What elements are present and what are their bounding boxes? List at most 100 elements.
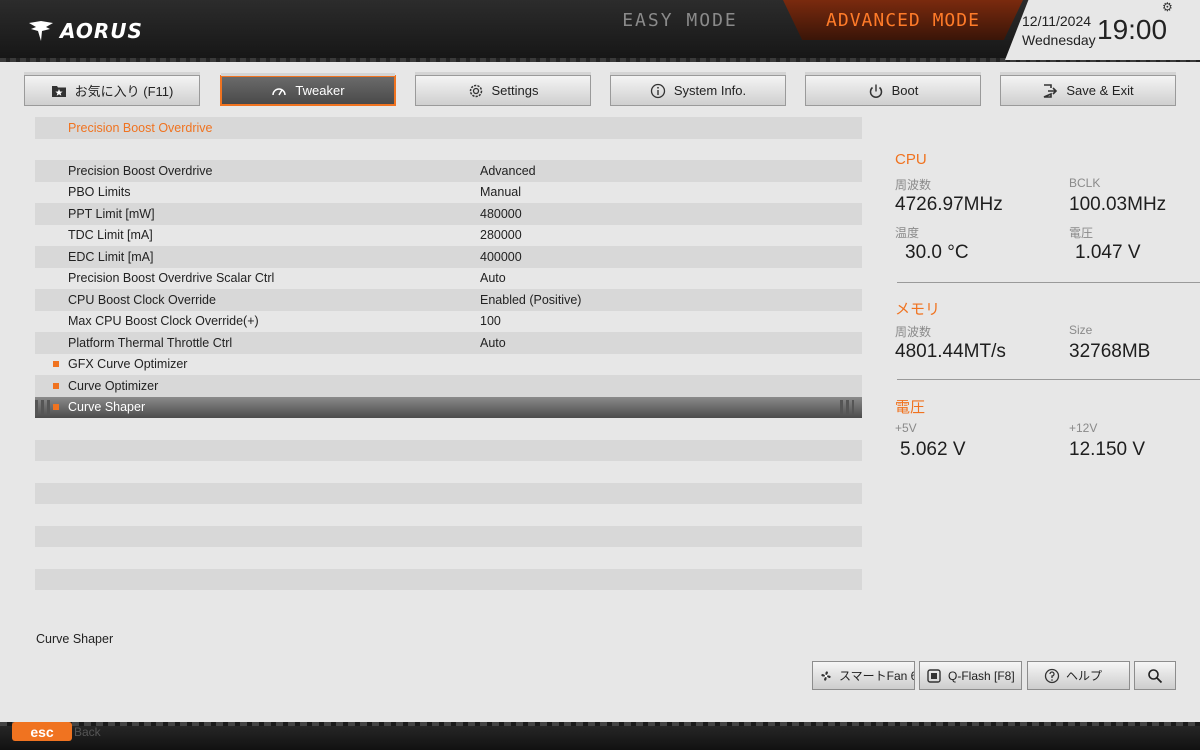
gear-icon[interactable]: ⚙ <box>1162 0 1173 14</box>
setting-value[interactable]: 100 <box>480 314 501 328</box>
qflash-button[interactable]: Q-Flash [F8] <box>919 661 1022 690</box>
mem-size-value: 32768MB <box>1069 341 1151 362</box>
empty-row <box>35 439 862 461</box>
submenu-label: Curve Shaper <box>68 400 146 415</box>
submenu-bullet-icon <box>53 382 59 389</box>
cpu-freq-label: 周波数 <box>895 178 932 192</box>
bclk-label: BCLK <box>1069 176 1101 190</box>
smart-fan-button[interactable]: スマートFan 6 [F <box>812 661 915 690</box>
cpu-freq-value: 4726.97MHz <box>895 194 1003 215</box>
voltage-section-title: 電圧 <box>895 399 926 416</box>
tab-label: System Info. <box>673 83 747 98</box>
date-display: 12/11/2024 <box>1022 13 1092 29</box>
empty-row <box>35 418 862 440</box>
cpu-section-title: CPU <box>895 151 927 168</box>
mem-size-label: Size <box>1069 323 1093 337</box>
setting-label: Precision Boost Overdrive <box>68 163 213 178</box>
speedometer-icon <box>271 83 287 99</box>
easy-mode-button[interactable]: EASY MODE <box>575 0 785 40</box>
help-button[interactable]: ヘルプ <box>1027 661 1130 690</box>
setting-row-boost-override[interactable]: CPU Boost Clock Override Enabled (Positi… <box>35 289 862 311</box>
setting-row-tdc-limit[interactable]: TDC Limit [mA] 280000 <box>35 224 862 246</box>
setting-label: TDC Limit [mA] <box>68 228 153 243</box>
setting-label: CPU Boost Clock Override <box>68 292 216 307</box>
tab-save-exit[interactable]: Save & Exit <box>1000 72 1176 106</box>
setting-row-pbo-limits[interactable]: PBO Limits Manual <box>35 181 862 203</box>
logo-text: AORUS <box>60 19 143 43</box>
setting-value[interactable]: 400000 <box>480 250 522 264</box>
cpu-volt-value: 1.047 V <box>1075 242 1141 263</box>
setting-value[interactable]: Enabled (Positive) <box>480 293 581 307</box>
setting-row-max-boost-override[interactable]: Max CPU Boost Clock Override(+) 100 <box>35 310 862 332</box>
tab-favorites[interactable]: お気に入り (F11) <box>24 72 200 106</box>
submenu-bullet-icon <box>53 404 59 410</box>
search-button[interactable] <box>1134 661 1176 690</box>
setting-row-ppt-limit[interactable]: PPT Limit [mW] 480000 <box>35 203 862 225</box>
setting-label: Max CPU Boost Clock Override(+) <box>68 314 259 329</box>
setting-label: EDC Limit [mA] <box>68 249 154 264</box>
setting-label: PPT Limit [mW] <box>68 206 155 221</box>
esc-back-label: Back <box>74 725 101 739</box>
setting-row-pbo[interactable]: Precision Boost Overdrive Advanced <box>35 160 862 182</box>
submenu-curve-shaper[interactable]: Curve Shaper <box>35 396 862 418</box>
tab-label: Boot <box>891 83 919 98</box>
memory-section-title: メモリ <box>895 301 941 318</box>
submenu-curve-optimizer[interactable]: Curve Optimizer <box>35 375 862 397</box>
tab-system-info[interactable]: System Info. <box>610 72 786 106</box>
selection-decoration <box>840 399 854 415</box>
info-icon <box>650 83 666 99</box>
v12-value: 12.150 V <box>1069 439 1146 460</box>
setting-label: PBO Limits <box>68 185 131 200</box>
mem-freq-value: 4801.44MT/s <box>895 341 1006 362</box>
cpu-temp-value: 30.0 °C <box>905 242 969 263</box>
v5-value: 5.062 V <box>900 439 966 460</box>
submenu-label: GFX Curve Optimizer <box>68 357 188 372</box>
setting-label: Platform Thermal Throttle Ctrl <box>68 335 233 350</box>
empty-row <box>35 482 862 504</box>
help-description: Curve Shaper <box>36 632 114 646</box>
empty-row <box>35 547 862 569</box>
help-label: ヘルプ <box>1066 669 1103 683</box>
setting-label: Precision Boost Overdrive Scalar Ctrl <box>68 271 275 286</box>
cpu-temp-label: 温度 <box>895 226 920 240</box>
spacer-row <box>35 138 862 160</box>
qflash-label: Q-Flash [F8] <box>948 668 1015 683</box>
help-icon <box>1044 668 1060 684</box>
setting-row-thermal-throttle[interactable]: Platform Thermal Throttle Ctrl Auto <box>35 332 862 354</box>
advanced-mode-button[interactable]: ADVANCED MODE <box>783 0 1023 40</box>
exit-icon <box>1042 83 1058 99</box>
setting-value[interactable]: 480000 <box>480 207 522 221</box>
empty-row <box>35 568 862 590</box>
tab-tweaker[interactable]: Tweaker <box>220 73 396 106</box>
setting-value[interactable]: 280000 <box>480 228 522 242</box>
setting-value[interactable]: Advanced <box>480 164 536 178</box>
setting-row-edc-limit[interactable]: EDC Limit [mA] 400000 <box>35 246 862 268</box>
tab-boot[interactable]: Boot <box>805 72 981 106</box>
submenu-gfx-curve-optimizer[interactable]: GFX Curve Optimizer <box>35 353 862 375</box>
power-icon <box>868 83 884 99</box>
section-header: Precision Boost Overdrive <box>35 117 862 139</box>
setting-value[interactable]: Auto <box>480 336 506 350</box>
aorus-logo: AORUS <box>28 16 143 46</box>
selection-decoration <box>35 399 53 415</box>
empty-row <box>35 461 862 483</box>
submenu-label: Curve Optimizer <box>68 378 159 393</box>
main-tabs: お気に入り (F11) Tweaker Settings System Info… <box>24 72 1176 107</box>
gear-icon <box>468 83 484 99</box>
aorus-eagle-icon <box>29 21 53 41</box>
esc-back-button[interactable]: esc <box>12 722 72 741</box>
star-folder-icon <box>51 83 67 99</box>
weekday-display: Wednesday <box>1022 32 1096 48</box>
v5-label: +5V <box>895 421 917 435</box>
submenu-bullet-icon <box>53 361 59 367</box>
smart-fan-label: スマートFan 6 [F <box>839 669 914 683</box>
mem-freq-label: 周波数 <box>895 325 932 339</box>
v12-label: +12V <box>1069 421 1098 435</box>
tab-settings[interactable]: Settings <box>415 72 591 106</box>
setting-value[interactable]: Manual <box>480 185 521 199</box>
setting-row-pbo-scalar[interactable]: Precision Boost Overdrive Scalar Ctrl Au… <box>35 267 862 289</box>
time-display: 19:00 <box>1097 14 1168 45</box>
empty-row <box>35 504 862 526</box>
setting-value[interactable]: Auto <box>480 271 506 285</box>
tab-label: Save & Exit <box>1066 83 1134 98</box>
